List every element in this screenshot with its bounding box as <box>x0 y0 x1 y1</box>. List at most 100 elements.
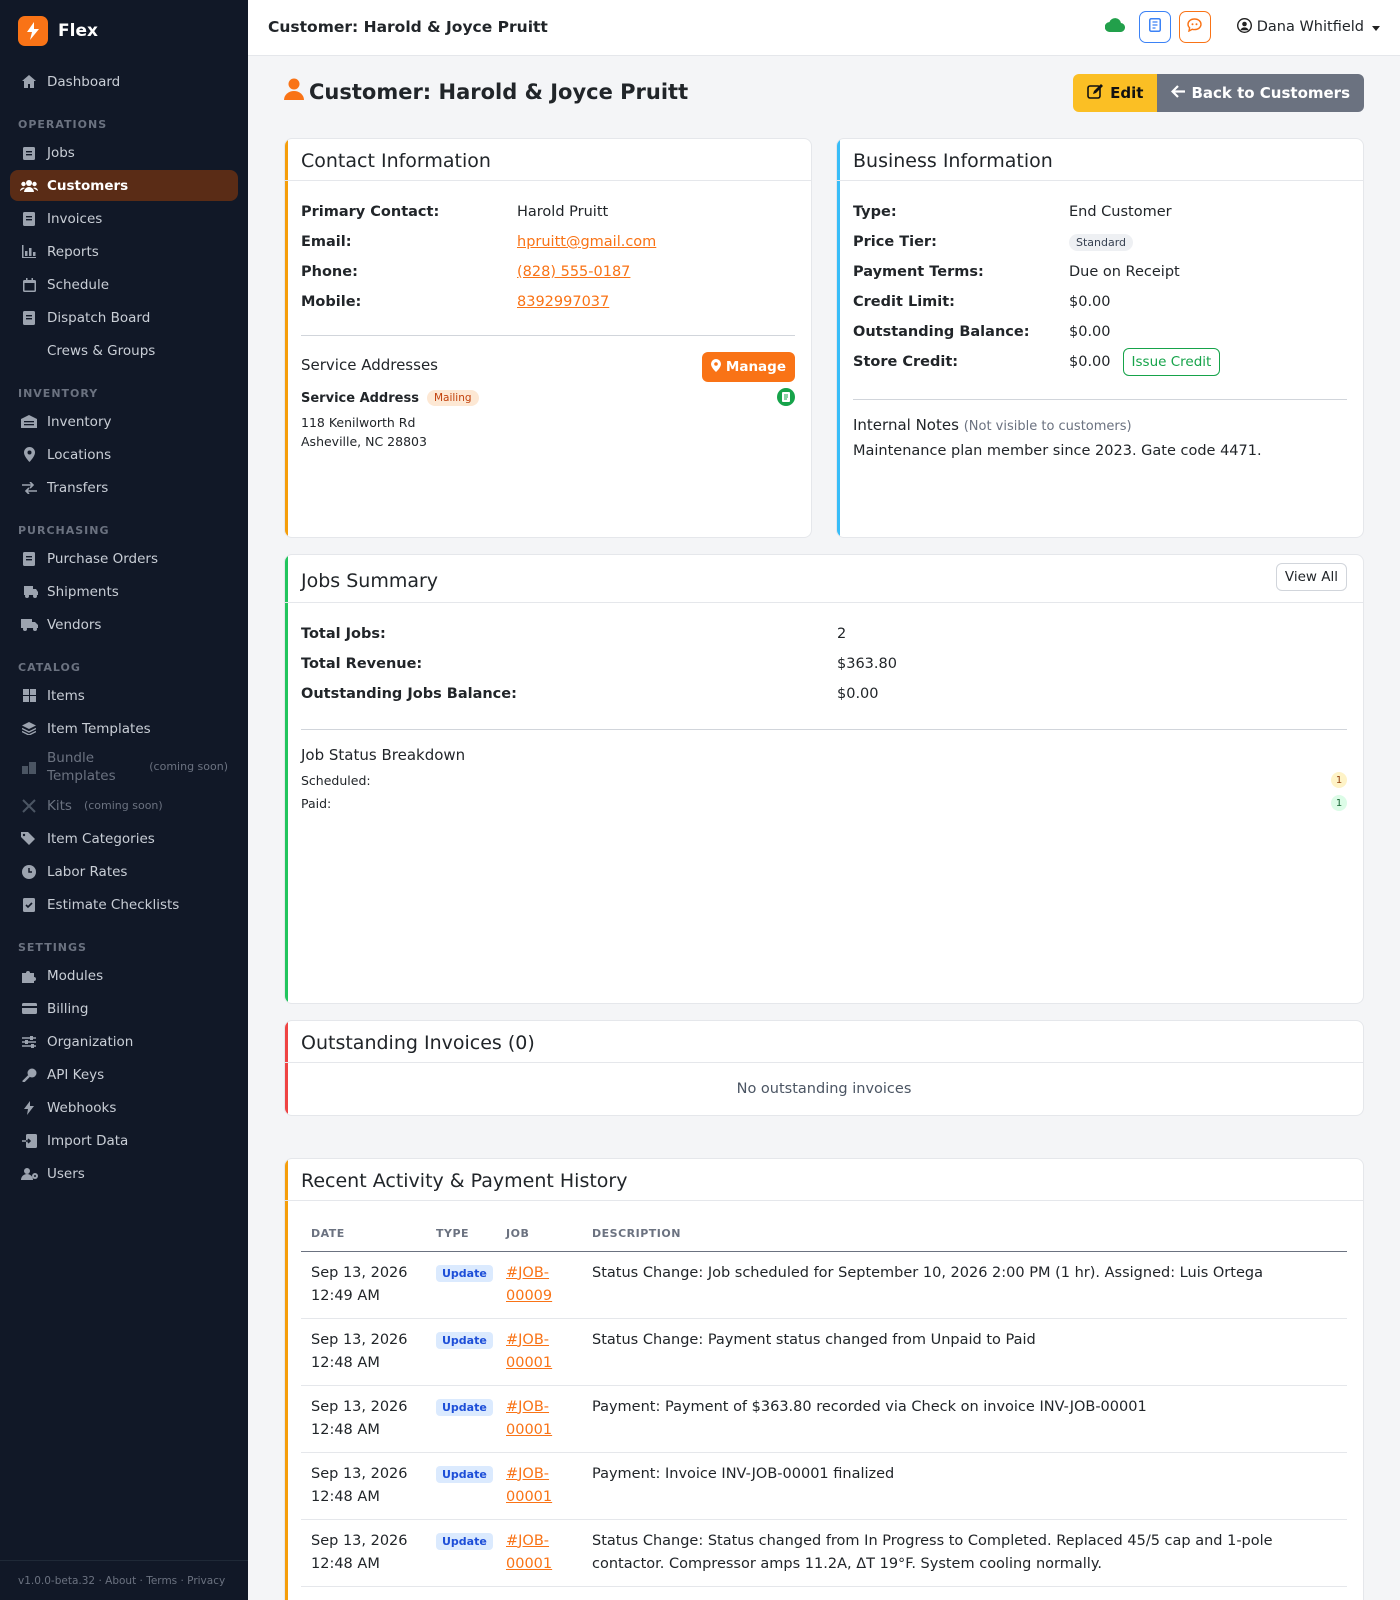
sidebar-item-customers[interactable]: Customers <box>10 170 238 201</box>
sidebar-item-label: API Keys <box>47 1066 105 1083</box>
sidebar-item-modules[interactable]: Modules <box>10 960 238 991</box>
business-information-card: Business Information Type: End Customer P… <box>836 138 1364 538</box>
bundle-icon <box>20 761 38 774</box>
layers-icon <box>20 722 38 735</box>
total-revenue-label: Total Revenue: <box>301 656 423 672</box>
sidebar-item-estimate-checklists[interactable]: Estimate Checklists <box>10 889 238 920</box>
table-row[interactable]: Sep 13, 2026 12:49 AM Update #JOB- 00009 Stat… <box>301 1251 1347 1319</box>
edit-button[interactable]: Edit <box>1073 74 1158 112</box>
email-link[interactable]: hpruitt@gmail.com <box>517 234 656 250</box>
job-cell: #JOB- 00001 <box>496 1519 582 1587</box>
table-row[interactable]: Sep 13, 2026 12:48 AM Update #JOB- 00001 Paym… <box>301 1452 1347 1520</box>
sidebar-item-kits: Kits (coming soon) <box>10 790 238 821</box>
cloud-sync-icon[interactable] <box>1104 18 1125 36</box>
outstanding-invoices-card: Outstanding Invoices (0) No outstanding … <box>284 1020 1364 1116</box>
column-header-description: DESCRIPTION <box>582 1217 1347 1252</box>
invoice-icon <box>20 211 38 226</box>
table-row[interactable]: Sep 13, 2026 12:48 AM Update #JOB- 00001 Stat… <box>301 1318 1347 1386</box>
clock-icon <box>20 864 38 879</box>
sidebar-item-label: Organization <box>47 1033 134 1050</box>
job-link[interactable]: #JOB- 00001 <box>506 1533 552 1572</box>
tools-icon <box>20 798 38 813</box>
internal-notes-heading: Internal Notes <box>853 416 959 434</box>
sidebar-item-locations[interactable]: Locations <box>10 439 238 470</box>
manage-addresses-button[interactable]: Manage <box>701 352 795 382</box>
user-menu[interactable]: Dana Whitfield <box>1236 17 1380 37</box>
sidebar-item-shipments[interactable]: Shipments <box>10 576 238 607</box>
sidebar-item-label: Dashboard <box>47 73 121 90</box>
table-row[interactable]: Sep 13, 2026Update#JOB-Status Change: St… <box>301 1586 1347 1600</box>
sidebar-item-label: Kits <box>47 797 72 814</box>
home-icon <box>20 75 38 88</box>
transfer-arrows-icon <box>20 481 38 494</box>
sidebar-item-vendors[interactable]: Vendors <box>10 609 238 640</box>
outstanding-balance-value: $0.00 <box>1069 324 1111 340</box>
address-document-icon[interactable] <box>777 388 795 406</box>
separator: · <box>180 1575 184 1587</box>
date-cell: Sep 13, 2026 <box>301 1586 426 1600</box>
back-to-customers-button[interactable]: Back to Customers <box>1157 74 1364 112</box>
sidebar-item-dashboard[interactable]: Dashboard <box>10 66 238 97</box>
sidebar-item-item-categories[interactable]: Item Categories <box>10 823 238 854</box>
sidebar-item-purchase-orders[interactable]: Purchase Orders <box>10 543 238 574</box>
table-row[interactable]: Sep 13, 2026 12:48 AM Update #JOB- 00001 Paym… <box>301 1385 1347 1453</box>
type-cell: Update <box>426 1318 496 1386</box>
job-link-part2: 00001 <box>506 1488 553 1505</box>
sidebar-item-import-data[interactable]: Import Data <box>10 1125 238 1156</box>
table-row[interactable]: Sep 13, 2026 12:48 AM Update #JOB- 00001 Stat… <box>301 1519 1347 1587</box>
sidebar-item-schedule[interactable]: Schedule <box>10 269 238 300</box>
phone-link[interactable]: (828) 555-0187 <box>517 264 630 280</box>
sidebar-item-label: Shipments <box>47 583 119 600</box>
credit-card-icon <box>20 1003 38 1014</box>
sidebar-item-label: Items <box>47 687 85 704</box>
page-title: Customer: Harold & Joyce Pruitt <box>284 78 688 105</box>
terms-link[interactable]: Terms <box>146 1575 177 1587</box>
sidebar-item-reports[interactable]: Reports <box>10 236 238 267</box>
primary-contact-label: Primary Contact: <box>301 204 440 220</box>
brand[interactable]: Flex <box>18 16 98 46</box>
sidebar-item-items[interactable]: Items <box>10 680 238 711</box>
payment-terms-label: Payment Terms: <box>853 264 984 280</box>
sidebar-item-item-templates[interactable]: Item Templates <box>10 713 238 744</box>
about-link[interactable]: About <box>105 1575 136 1587</box>
sidebar-item-label: Webhooks <box>47 1099 117 1116</box>
topbar-title: Customer: Harold & Joyce Pruitt <box>268 18 548 36</box>
sidebar-item-labor-rates[interactable]: Labor Rates <box>10 856 238 887</box>
users-icon <box>20 179 38 192</box>
sidebar-item-invoices[interactable]: Invoices <box>10 203 238 234</box>
type-badge: Update <box>436 1532 493 1550</box>
topbar-actions: Dana Whitfield <box>1104 11 1380 43</box>
sidebar-item-transfers[interactable]: Transfers <box>10 472 238 503</box>
job-link[interactable]: #JOB- 00001 <box>506 1466 552 1505</box>
view-all-jobs-button[interactable]: View All <box>1275 563 1347 591</box>
sidebar-item-crews-groups[interactable]: Crews & Groups <box>10 335 238 366</box>
sidebar-item-users[interactable]: Users <box>10 1158 238 1189</box>
sidebar-item-billing[interactable]: Billing <box>10 993 238 1024</box>
chart-icon <box>20 245 38 258</box>
sidebar-item-label: Locations <box>47 446 112 463</box>
time-text: 12:49 AM <box>311 1287 380 1304</box>
sidebar-item-api-keys[interactable]: API Keys <box>10 1059 238 1090</box>
sidebar-item-organization[interactable]: Organization <box>10 1026 238 1057</box>
job-status-breakdown-heading: Job Status Breakdown <box>301 746 466 764</box>
description-cell: Status Change: Status changed from Sched… <box>582 1586 1347 1600</box>
issue-credit-button[interactable]: Issue Credit <box>1122 348 1221 376</box>
service-address-title: Service Address <box>301 390 419 406</box>
job-link[interactable]: #JOB- 00001 <box>506 1399 552 1438</box>
column-header-date: DATE <box>301 1217 426 1252</box>
internal-notes-text: Maintenance plan member since 2023. Gate… <box>853 443 1262 459</box>
sidebar-item-dispatch-board[interactable]: Dispatch Board <box>10 302 238 333</box>
divider <box>301 729 1347 730</box>
sidebar-item-webhooks[interactable]: Webhooks <box>10 1092 238 1123</box>
coming-soon-label: (coming soon) <box>149 760 228 773</box>
job-link[interactable]: #JOB- 00001 <box>506 1332 552 1371</box>
map-pin-icon <box>710 358 721 376</box>
sidebar-item-inventory[interactable]: Inventory <box>10 406 238 437</box>
notes-button[interactable] <box>1138 11 1171 43</box>
type-cell: Update <box>426 1251 496 1319</box>
sidebar-item-jobs[interactable]: Jobs <box>10 137 238 168</box>
chat-button[interactable] <box>1178 11 1211 43</box>
job-link[interactable]: #JOB- 00009 <box>506 1265 552 1304</box>
privacy-link[interactable]: Privacy <box>187 1575 225 1587</box>
mobile-link[interactable]: 8392997037 <box>517 294 609 310</box>
